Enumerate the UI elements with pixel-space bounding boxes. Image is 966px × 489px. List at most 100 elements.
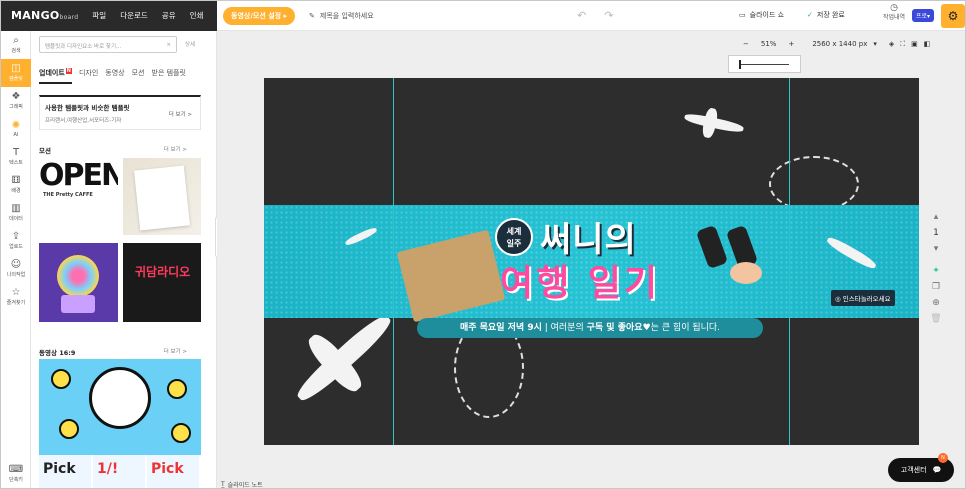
slide-up-icon[interactable]: ▴	[929, 209, 943, 225]
candy-machine-base	[61, 295, 95, 313]
tab-update[interactable]: 업데이트 N	[39, 68, 72, 84]
logo-text: MANGO	[11, 9, 60, 22]
section-title: 모션	[39, 147, 51, 155]
zoom-in-button[interactable]: +	[788, 40, 794, 48]
chat-icon: 💬	[932, 466, 942, 474]
guide-line[interactable]	[393, 78, 394, 445]
instagram-icon: ◎	[835, 295, 841, 303]
fit-icon[interactable]: ⛶	[900, 40, 905, 49]
schedule-subscribe: 구독 및 좋아요	[586, 323, 643, 333]
menu-file[interactable]: 파일	[92, 10, 106, 21]
thumb-radio-text: 귀담라디오	[135, 265, 191, 279]
tab-received[interactable]: 받은 템플릿	[152, 68, 186, 84]
template-thumb-smile[interactable]	[39, 359, 201, 460]
zoom-slider[interactable]	[728, 55, 801, 73]
logo-sub: board	[59, 14, 79, 21]
new-badge: N	[65, 68, 72, 74]
rail-label: 단축키	[9, 477, 23, 483]
template-thumb-note[interactable]	[123, 158, 201, 235]
more-link[interactable]: 더 보기 >	[164, 145, 187, 155]
rail-text[interactable]: T 텍스트	[1, 143, 31, 171]
slide-note-label: 슬라이드 노트	[227, 482, 263, 489]
customer-center-button[interactable]: 고객센터 💬 N	[888, 453, 954, 482]
zoom-toolbar: − 51% + 2560 x 1440 px ▾ ◈ ⛶ ▣ ◧	[735, 31, 965, 57]
rail-favorites[interactable]: ☆ 즐겨찾기	[1, 283, 31, 311]
rail-search[interactable]: ⌕ 검색	[1, 31, 31, 59]
redo-icon[interactable]: ↷	[604, 9, 613, 22]
template-thumb-candy[interactable]	[39, 243, 118, 322]
undo-redo: ↶ ↷	[577, 9, 613, 22]
small-smiley	[59, 419, 79, 439]
note-icon: T̲	[221, 481, 225, 488]
undo-icon[interactable]: ↶	[577, 9, 586, 22]
logo[interactable]: MANGOboard	[11, 9, 78, 22]
rail-label: 템플릿	[9, 76, 23, 82]
rail-upload[interactable]: ⇪ 업로드	[1, 227, 31, 255]
gear-icon[interactable]: ⚙	[941, 4, 965, 28]
mode-label: 동영상/모션 설정	[231, 11, 282, 20]
slideshow-button[interactable]: ▭ 슬라이드 쇼	[739, 10, 784, 20]
video-motion-settings-button[interactable]: 동영상/모션 설정 ▸	[223, 6, 296, 25]
slide-note-button[interactable]: T̲ 슬라이드 노트	[221, 480, 263, 489]
menu-print[interactable]: 인쇄	[190, 10, 204, 21]
rail-label: 배경	[11, 188, 21, 194]
save-status[interactable]: ✓ 저장 완료	[807, 10, 845, 20]
slider-knob[interactable]	[739, 60, 741, 69]
history-button[interactable]: ◷ 작업내역	[883, 4, 905, 22]
template-thumb-radio[interactable]: 귀담라디오	[123, 243, 201, 322]
rail-data[interactable]: ▥ 데이터	[1, 199, 31, 227]
layers-icon[interactable]: ◈	[889, 40, 894, 48]
app-window: MANGOboard 파일 다운로드 공유 인쇄 동영상/모션 설정 ▸ ✎ 제…	[0, 0, 966, 489]
ai-icon: ✺	[11, 119, 21, 131]
template-thumb-open[interactable]: OPEN THE Pretty CAFFE	[39, 158, 118, 235]
title-input[interactable]: ✎ 제목을 입력하세요	[309, 11, 374, 21]
zoom-out-button[interactable]: −	[743, 40, 749, 48]
instagram-tag: ◎ 인스타놀러오세요	[831, 290, 895, 306]
monitor-icon: ▭	[739, 11, 746, 19]
pick-label: 1/!	[93, 455, 147, 488]
candy-jar-graphic	[57, 255, 99, 297]
design-canvas[interactable]: 세계 일주 써니의 여행 일기 ◎ 인스타놀러오세요 매주 목요일 저녁 9시 …	[264, 78, 919, 445]
history-label: 작업내역	[883, 14, 906, 21]
similar-templates-banner[interactable]: 사용한 템플릿과 비슷한 템플릿 프리랜서,여행산업,서포터즈-기자 더 보기 …	[39, 95, 201, 130]
rail-label: 검색	[11, 48, 21, 54]
template-thumb-pick[interactable]: Pick 1/! Pick	[39, 455, 201, 488]
duplicate-icon[interactable]: ❐	[929, 279, 943, 295]
search-detail-button[interactable]: 상세	[185, 40, 195, 48]
rail-graphic[interactable]: ❖ 그래픽	[1, 87, 31, 115]
more-link[interactable]: 더 보기 >	[164, 347, 187, 357]
tab-design[interactable]: 디자인	[79, 68, 98, 84]
pro-badge[interactable]: 프로▾	[912, 9, 935, 22]
rail-background[interactable]: ⚅ 배경	[1, 171, 31, 199]
template-search-input[interactable]: 템플릿과 디자인요소 바로 찾기... ×	[39, 36, 177, 53]
tab-motion[interactable]: 모션	[132, 68, 145, 84]
pro-label: 프로	[916, 13, 928, 20]
trash-icon[interactable]: 🗑	[929, 311, 943, 327]
canvas-size-select[interactable]: 2560 x 1440 px	[812, 40, 867, 48]
zoom-level[interactable]: 51%	[761, 40, 777, 48]
rail-template[interactable]: ◫ 템플릿	[1, 59, 31, 87]
rail-ai[interactable]: ✺ AI	[1, 115, 31, 143]
clear-icon[interactable]: ×	[166, 42, 171, 48]
slide-down-icon[interactable]: ▾	[929, 241, 943, 257]
guide-line[interactable]	[789, 78, 790, 445]
magic-wand-icon[interactable]: ✦	[929, 263, 943, 279]
chart-icon: ▥	[11, 203, 21, 214]
rail-my-work[interactable]: ☺ 나의작업	[1, 255, 31, 283]
split-icon[interactable]: ◧	[924, 40, 931, 48]
tab-video[interactable]: 동영상	[105, 68, 124, 84]
rail-shortcuts[interactable]: ⌨ 단축키	[1, 460, 31, 488]
schedule-banner: 매주 목요일 저녁 9시 | 여러분의 구독 및 좋아요♥는 큰 힘이 됩니다.	[417, 318, 763, 338]
save-label: 저장 완료	[816, 11, 845, 19]
binoculars-graphic	[697, 226, 762, 284]
panel-tabs: 업데이트 N 디자인 동영상 모션 받은 템플릿	[39, 68, 186, 84]
search-placeholder: 템플릿과 디자인요소 바로 찾기...	[45, 44, 122, 50]
small-smiley	[167, 379, 187, 399]
grid-icon[interactable]: ▣	[911, 40, 918, 48]
rail-label: AI	[13, 131, 19, 138]
menu-share[interactable]: 공유	[162, 10, 176, 21]
workspace: − 51% + 2560 x 1440 px ▾ ◈ ⛶ ▣ ◧ 세계 일주 써…	[217, 31, 965, 489]
add-slide-icon[interactable]: ⊕	[929, 295, 943, 311]
banner-more-link[interactable]: 더 보기 >	[169, 110, 192, 118]
menu-download[interactable]: 다운로드	[120, 10, 148, 21]
